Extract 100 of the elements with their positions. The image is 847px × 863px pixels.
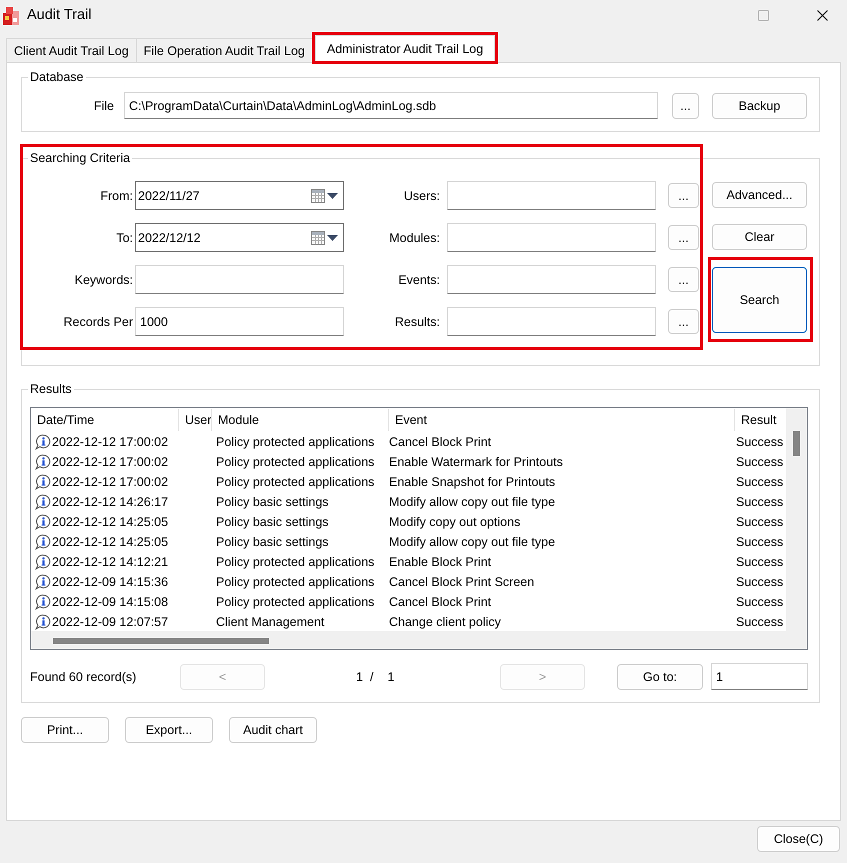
info-icon: [35, 494, 51, 510]
table-cell-text: Success: [735, 435, 784, 449]
field-label: Records Per: [62, 314, 134, 328]
info-icon: [35, 594, 51, 610]
field-label: Modules:: [388, 230, 441, 244]
info-icon: [35, 434, 51, 450]
table-cell-text: Policy basic settings: [215, 515, 330, 529]
browse-button[interactable]: ...: [668, 267, 699, 292]
table-cell-text: Success: [735, 575, 784, 589]
info-icon: [35, 554, 51, 570]
export-button[interactable]: Export...: [125, 717, 213, 743]
group-label: Searching Criteria: [29, 151, 132, 165]
table-cell-text: Modify allow copy out file type: [388, 495, 556, 509]
table-cell-text: Policy basic settings: [215, 495, 330, 509]
tab[interactable]: Administrator Audit Trail Log: [314, 35, 496, 61]
search-button[interactable]: Search: [712, 267, 807, 333]
table-cell-text: Client Management: [215, 615, 326, 629]
field-label: To:: [115, 230, 134, 244]
horizontal-scrollbar[interactable]: [31, 631, 807, 649]
table-cell-text: Policy protected applications: [215, 575, 376, 589]
table-cell: 2022-12-12 14:25:05: [52, 515, 168, 529]
table-cell-text: Policy protected applications: [215, 435, 376, 449]
page-total: 1: [387, 670, 394, 684]
column-header[interactable]: Date/Time: [31, 409, 178, 431]
table-cell: 2022-12-09 12:07:57: [52, 615, 168, 629]
field-label: From:: [99, 188, 134, 202]
table-cell-text: Cancel Block Print: [388, 435, 492, 449]
table-cell-text: Enable Watermark for Printouts: [388, 455, 564, 469]
input-field[interactable]: [135, 265, 344, 294]
maximize-icon: [758, 10, 768, 20]
table-cell-text: Modify allow copy out file type: [388, 535, 556, 549]
table-cell: 2022-12-12 17:00:02: [52, 455, 168, 469]
caret-icon: [327, 234, 338, 240]
info-icon: [35, 454, 51, 470]
table-cell-text: Enable Block Print: [388, 555, 492, 569]
scrollbar-thumb[interactable]: [793, 431, 800, 456]
backup-button[interactable]: Backup: [712, 92, 807, 118]
table-cell-text: Policy protected applications: [215, 475, 376, 489]
table-cell-text: Success: [735, 455, 784, 469]
clear-button[interactable]: Clear: [712, 224, 807, 250]
table-cell: 2022-12-12 14:26:17: [52, 495, 168, 509]
input-field[interactable]: [447, 265, 656, 294]
table-cell-text: Success: [735, 495, 784, 509]
table-cell-text: Cancel Block Print: [388, 595, 492, 609]
tab[interactable]: Client Audit Trail Log: [6, 38, 137, 62]
table-cell: 2022-12-09 14:15:36: [52, 575, 168, 589]
record-count: Found 60 record(s): [30, 670, 138, 684]
go-to-button[interactable]: Go to:: [617, 664, 703, 690]
info-icon: [35, 474, 51, 490]
column-header[interactable]: User: [178, 409, 211, 431]
table-cell-text: Success: [735, 595, 784, 609]
advanced-button[interactable]: Advanced...: [712, 182, 807, 208]
calendar-icon: [311, 230, 325, 244]
table-cell: 2022-12-12 17:00:02: [52, 435, 168, 449]
close-dialog-button[interactable]: Close(C): [757, 826, 840, 852]
field-label: Results:: [394, 314, 441, 328]
table-cell-text: Policy protected applications: [215, 555, 376, 569]
field-label: Events:: [397, 272, 441, 286]
input-field[interactable]: [447, 181, 656, 210]
table-cell-text: Success: [735, 475, 784, 489]
window-title: Audit Trail: [27, 7, 92, 23]
calendar-icon: [311, 188, 325, 202]
caret-icon: [327, 192, 338, 198]
table-cell-text: Policy basic settings: [215, 535, 330, 549]
table-cell-text: Modify copy out options: [388, 515, 522, 529]
browse-button[interactable]: ...: [668, 225, 699, 250]
group-label: Database: [29, 70, 85, 84]
column-header[interactable]: Module: [211, 409, 388, 431]
vertical-scrollbar[interactable]: [786, 408, 807, 631]
input-field[interactable]: 1000: [135, 307, 344, 336]
info-icon: [35, 574, 51, 590]
info-icon: [35, 514, 51, 530]
table-cell-text: Change client policy: [388, 615, 502, 629]
page-number: 1: [356, 670, 363, 684]
date-field[interactable]: 2022/12/12: [135, 223, 344, 252]
table-cell: 2022-12-12 17:00:02: [52, 475, 168, 489]
table-cell: 2022-12-12 14:25:05: [52, 535, 168, 549]
browse-button[interactable]: ...: [668, 183, 699, 208]
table-cell-text: Cancel Block Print Screen: [388, 575, 536, 589]
table-cell-text: Policy protected applications: [215, 595, 376, 609]
browse-button[interactable]: ...: [668, 309, 699, 334]
table-cell-text: Enable Snapshot for Printouts: [388, 475, 556, 489]
table-cell-text: Success: [735, 515, 784, 529]
scrollbar-thumb[interactable]: [53, 638, 269, 644]
browse-button[interactable]: ...: [672, 92, 699, 118]
table-cell-text: Policy protected applications: [215, 455, 376, 469]
file-path-field[interactable]: C:\ProgramData\Curtain\Data\AdminLog\AdminLog.sdb: [124, 92, 658, 119]
field-label: File: [92, 98, 114, 112]
table-cell-text: Success: [735, 535, 784, 549]
input-field[interactable]: [447, 223, 656, 252]
page-input-field[interactable]: 1: [711, 663, 808, 690]
input-field[interactable]: [447, 307, 656, 336]
app-icon: [2, 6, 20, 26]
audit-chart-button[interactable]: Audit chart: [229, 717, 317, 743]
group-label: Results: [29, 382, 73, 396]
date-field[interactable]: 2022/11/27: [135, 181, 344, 210]
table-cell: 2022-12-09 14:15:08: [52, 595, 168, 609]
column-header[interactable]: Event: [388, 409, 734, 431]
print-button[interactable]: Print...: [21, 717, 109, 743]
close-icon: [816, 10, 828, 20]
